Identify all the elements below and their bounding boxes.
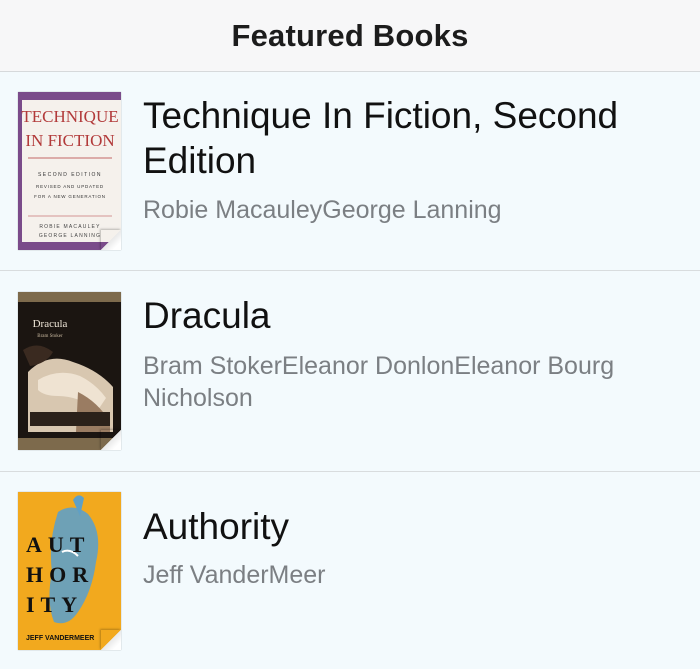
book-info: Authority Jeff VanderMeer	[143, 492, 683, 591]
book-authors: Jeff VanderMeer	[143, 561, 326, 589]
page-curl-icon	[101, 630, 121, 650]
book-title: Authority	[143, 506, 290, 547]
app-screen: Featured Books TECHNIQUE IN FICTION SECO…	[0, 0, 700, 669]
book-cover-image: Dracula Bram Stoker	[18, 292, 121, 450]
page-curl-icon	[101, 430, 121, 450]
book-info: Technique In Fiction, Second Edition Rob…	[143, 92, 683, 226]
cover-subtitle-3: FOR A NEW GENERATION	[34, 194, 106, 199]
book-title: Technique In Fiction, Second Edition	[143, 95, 619, 181]
cover-title-line2: IN FICTION	[25, 131, 114, 150]
navigation-bar: Featured Books	[0, 0, 700, 72]
book-row-authority[interactable]: AUT HOR ITY JEFF VANDERMEER Authority Je…	[0, 472, 700, 669]
page-title: Featured Books	[231, 17, 469, 53]
cover-author: Bram Stoker	[37, 334, 63, 339]
cover-subtitle-1: SECOND EDITION	[38, 172, 102, 178]
book-cover-image: TECHNIQUE IN FICTION SECOND EDITION REVI…	[18, 92, 121, 250]
page-curl-icon	[101, 230, 121, 250]
cover-subtitle-2: REVISED AND UPDATED	[36, 184, 104, 189]
cover-author-2: GEORGE LANNING	[39, 233, 101, 239]
book-title: Dracula	[143, 295, 271, 336]
book-info: Dracula Bram StokerEleanor DonlonEleanor…	[143, 292, 683, 414]
book-row-dracula[interactable]: Dracula Bram Stoker Dracula Bram StokerE…	[0, 271, 700, 472]
cover-author-1: ROBIE MACAULEY	[39, 224, 100, 230]
book-authors: Robie MacauleyGeorge Lanning	[143, 196, 502, 224]
book-row-technique-in-fiction[interactable]: TECHNIQUE IN FICTION SECOND EDITION REVI…	[0, 72, 700, 271]
cover-author: JEFF VANDERMEER	[26, 635, 94, 642]
cover-title: Dracula	[33, 318, 68, 330]
cover-title-line1: TECHNIQUE	[21, 107, 118, 126]
cover-title-row2: HOR	[26, 562, 94, 587]
book-authors: Bram StokerEleanor DonlonEleanor Bourg N…	[143, 352, 615, 412]
book-list: TECHNIQUE IN FICTION SECOND EDITION REVI…	[0, 72, 700, 669]
book-cover-image: AUT HOR ITY JEFF VANDERMEER	[18, 492, 121, 650]
cover-title-row1: AUT	[26, 532, 90, 557]
cover-title-row3: ITY	[26, 592, 83, 617]
